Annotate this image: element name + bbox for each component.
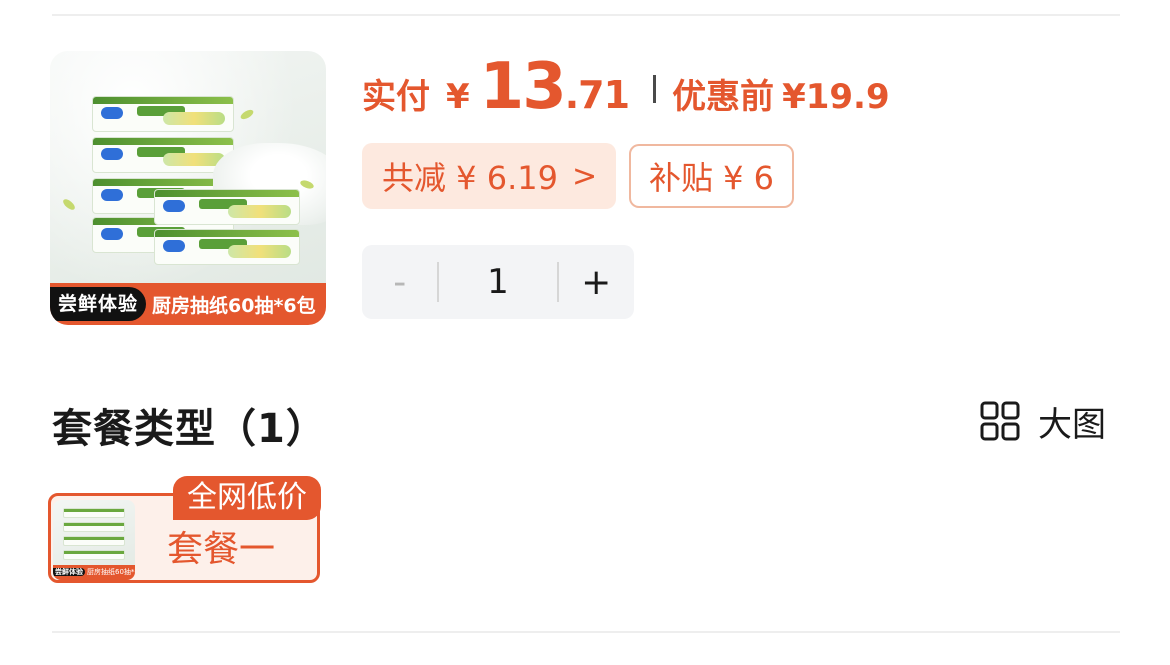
price-separator <box>653 75 657 103</box>
package-thumbnail-caption: 尝鲜体验厨房抽纸60抽*6包 <box>53 565 135 580</box>
subsidy-badge: 补贴 ¥ 6 <box>629 144 794 208</box>
original-price-label: 优惠前 <box>672 77 775 117</box>
pay-price-decimal: .71 <box>564 73 630 117</box>
package-thumbnail: 尝鲜体验厨房抽纸60抽*6包 <box>53 500 135 580</box>
image-tag-primary: 尝鲜体验 <box>50 287 147 321</box>
large-view-toggle[interactable]: 大图 <box>980 400 1106 445</box>
subsidy-label: 补贴 ¥ 6 <box>648 159 775 197</box>
original-price: ¥19.9 <box>782 77 890 117</box>
tissue-pack <box>92 96 234 132</box>
product-image[interactable]: 尝鲜体验 厨房抽纸60抽*6包 <box>50 51 326 325</box>
grid-icon <box>980 401 1020 441</box>
price-row: 实付 ¥ 13 .71 优惠前 ¥19.9 <box>362 50 890 124</box>
pay-label: 实付 <box>362 77 430 117</box>
lowest-price-badge: 全网低价 <box>173 476 321 520</box>
quantity-stepper: - 1 + <box>362 245 634 319</box>
tissue-pack <box>63 536 125 546</box>
tissue-pack <box>63 550 125 560</box>
large-view-label: 大图 <box>1038 404 1106 445</box>
tissue-pack <box>92 137 234 173</box>
quantity-value[interactable]: 1 <box>439 262 556 302</box>
increase-quantity-button[interactable]: + <box>559 245 634 319</box>
total-discount-button[interactable]: 共减 ¥ 6.19 > <box>362 143 616 209</box>
image-caption-bar: 尝鲜体验 厨房抽纸60抽*6包 <box>50 283 326 325</box>
top-divider <box>52 14 1120 16</box>
decrease-quantity-button[interactable]: - <box>362 245 437 319</box>
package-option-name: 套餐一 <box>167 529 276 570</box>
tissue-pack <box>154 229 300 265</box>
package-type-title: 套餐类型（1） <box>52 406 327 452</box>
currency-symbol: ¥ <box>446 77 470 117</box>
package-option[interactable]: 尝鲜体验厨房抽纸60抽*6包 套餐一 全网低价 <box>48 476 321 583</box>
tissue-pack <box>63 508 125 518</box>
image-tag-secondary: 厨房抽纸60抽*6包 <box>152 294 316 317</box>
chevron-right-icon: > <box>571 158 598 194</box>
tissue-pack <box>154 189 300 225</box>
bottom-divider <box>52 631 1120 633</box>
total-discount-label: 共减 ¥ 6.19 <box>382 159 558 197</box>
tissue-pack <box>63 522 125 532</box>
pay-price-integer: 13 <box>479 50 567 124</box>
